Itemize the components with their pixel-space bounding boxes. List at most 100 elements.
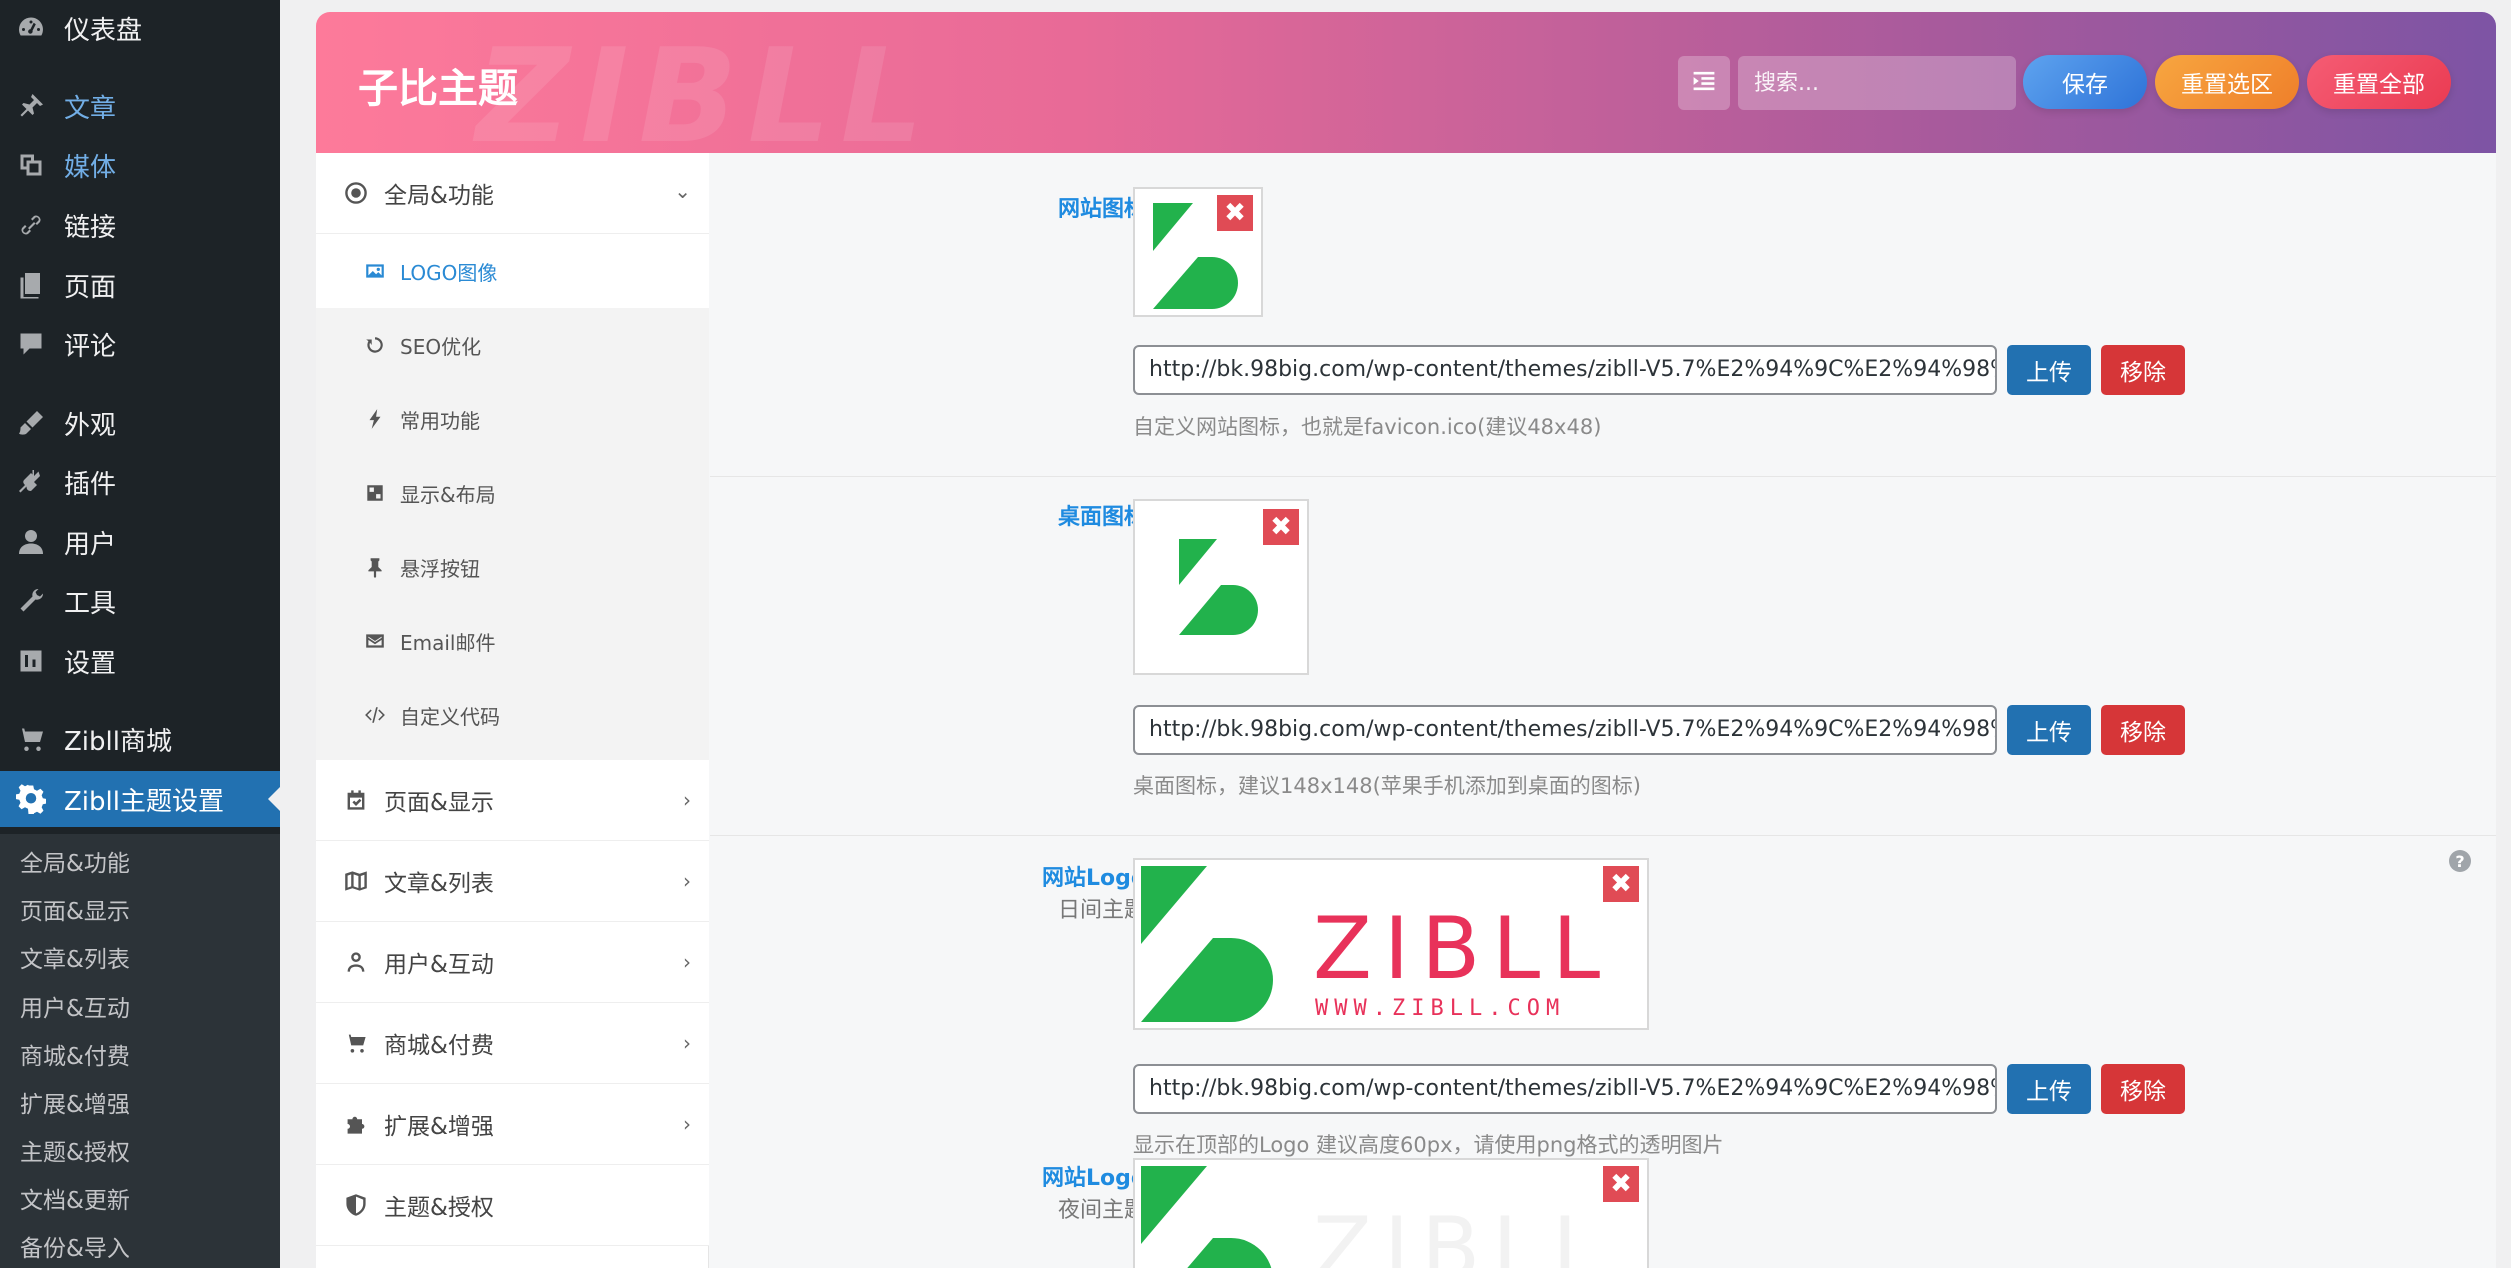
menu-pages[interactable]: 页面 [0, 257, 280, 313]
close-icon[interactable]: ✖ [1603, 1166, 1639, 1202]
menu-media[interactable]: 媒体 [0, 137, 280, 193]
close-icon[interactable]: ✖ [1263, 509, 1299, 545]
nav-sub-label: 自定义代码 [400, 704, 500, 729]
list-indent-icon [1691, 68, 1717, 98]
nav-sub-float[interactable]: 悬浮按钮 [316, 530, 709, 604]
envelope-icon [362, 628, 388, 654]
nav-item-extend[interactable]: 扩展&增强 › [316, 1084, 709, 1165]
nav-label: 商城&付费 [384, 1033, 494, 1059]
menu-tools[interactable]: 工具 [0, 573, 280, 629]
image-icon [362, 258, 388, 284]
submenu-item-backup[interactable]: 备份&导入 [20, 1229, 130, 1268]
desktop-icon-url-field[interactable]: http://bk.98big.com/wp-content/themes/zi… [1133, 705, 1997, 755]
close-icon[interactable]: ✖ [1217, 195, 1253, 231]
submenu-item-pages[interactable]: 页面&显示 [20, 892, 130, 932]
menu-plugins[interactable]: 插件 [0, 454, 280, 510]
nav-sub-display[interactable]: 显示&布局 [316, 456, 709, 530]
menu-zibll-theme-settings[interactable]: Zibll主题设置 [0, 771, 280, 827]
remove-button[interactable]: 移除 [2101, 705, 2185, 755]
close-icon[interactable]: ✖ [1603, 866, 1639, 902]
nav-submenu: LOGO图像 SEO优化 常用功能 显示&布局 悬浮按钮 Email邮件 自定义… [316, 234, 709, 760]
reset-section-button[interactable]: 重置选区 [2155, 55, 2299, 109]
field-logo-night: 网站Logo 夜间主题 ZIBLL ✖ [710, 1136, 2496, 1268]
shield-icon [342, 1191, 370, 1219]
submenu-item-posts[interactable]: 文章&列表 [20, 940, 130, 980]
submenu-item-docs[interactable]: 文档&更新 [20, 1181, 130, 1221]
chevron-right-icon: › [683, 788, 691, 812]
upload-button[interactable]: 上传 [2007, 705, 2091, 755]
nav-sub-common[interactable]: 常用功能 [316, 382, 709, 456]
pages-icon [14, 268, 48, 302]
nav-sub-label: SEO优化 [400, 334, 482, 359]
menu-label: 用户 [64, 529, 117, 560]
help-icon[interactable]: ? [2449, 850, 2471, 872]
upload-button[interactable]: 上传 [2007, 345, 2091, 395]
menu-dashboard[interactable]: 仪表盘 [0, 0, 280, 56]
nav-sub-label: 悬浮按钮 [400, 556, 480, 581]
puzzle-icon [342, 1110, 370, 1138]
submenu-item-global[interactable]: 全局&功能 [20, 844, 130, 884]
layout-icon [362, 480, 388, 506]
menu-label: 仪表盘 [64, 15, 143, 46]
menu-posts[interactable]: 文章 [0, 78, 280, 134]
nav-sub-custom-code[interactable]: 自定义代码 [316, 678, 709, 752]
submenu-item-shop[interactable]: 商城&付费 [20, 1037, 130, 1077]
submenu-item-users[interactable]: 用户&互动 [20, 989, 130, 1029]
menu-label: 插件 [64, 469, 117, 500]
cart-icon [14, 722, 48, 756]
remove-button[interactable]: 移除 [2101, 1064, 2185, 1114]
menu-links[interactable]: 链接 [0, 197, 280, 253]
search-input[interactable] [1738, 56, 2016, 110]
plugin-icon [14, 465, 48, 499]
field-logo-day: 网站Logo 日间主题 ZIBLL WWW.ZIBLL.COM ✖ http:/… [710, 836, 2496, 1157]
calendar-check-icon [342, 786, 370, 814]
menu-label: 链接 [64, 212, 117, 243]
nav-item-users[interactable]: 用户&互动 › [316, 922, 709, 1003]
expand-menu-button[interactable] [1678, 56, 1730, 110]
nav-item-global[interactable]: 全局&功能 ⌄ [316, 153, 709, 234]
save-button[interactable]: 保存 [2023, 55, 2147, 109]
menu-settings[interactable]: 设置 [0, 633, 280, 689]
nav-item-theme[interactable]: 主题&授权 [316, 1165, 709, 1246]
field-title: 网站Logo [1042, 866, 1146, 891]
nav-item-shop[interactable]: 商城&付费 › [316, 1003, 709, 1084]
user-outline-icon [342, 948, 370, 976]
nav-sub-label: 常用功能 [400, 408, 480, 433]
favicon-url-field[interactable]: http://bk.98big.com/wp-content/themes/zi… [1133, 345, 1997, 395]
menu-label: 页面 [64, 272, 117, 303]
settings-sliders-icon [14, 644, 48, 678]
upload-button[interactable]: 上传 [2007, 1064, 2091, 1114]
nav-label: 全局&功能 [384, 183, 494, 209]
nav-item-pages[interactable]: 页面&显示 › [316, 760, 709, 841]
options-nav: 全局&功能 ⌄ LOGO图像 SEO优化 常用功能 显示&布局 悬浮按钮 Ema… [316, 153, 709, 1268]
remove-button[interactable]: 移除 [2101, 345, 2185, 395]
logo-day-url-field[interactable]: http://bk.98big.com/wp-content/themes/zi… [1133, 1064, 1997, 1114]
logo-night-preview: ZIBLL ✖ [1133, 1158, 1649, 1268]
map-icon [342, 867, 370, 895]
submenu-item-extend[interactable]: 扩展&增强 [20, 1085, 130, 1125]
menu-label: 评论 [64, 331, 117, 362]
nav-sub-seo[interactable]: SEO优化 [316, 308, 709, 382]
menu-label: Zibll商城 [64, 726, 172, 757]
menu-appearance[interactable]: 外观 [0, 395, 280, 451]
nav-item-posts[interactable]: 文章&列表 › [316, 841, 709, 922]
bolt-icon [362, 406, 388, 432]
reset-all-button[interactable]: 重置全部 [2307, 55, 2451, 109]
chevron-right-icon: › [683, 869, 691, 893]
logo-wordmark: ZIBLL [1313, 899, 1612, 999]
nav-label: 扩展&增强 [384, 1114, 494, 1140]
menu-zibll-shop[interactable]: Zibll商城 [0, 711, 280, 767]
nav-label: 文章&列表 [384, 871, 494, 897]
refresh-icon [362, 332, 388, 358]
nav-label: 用户&互动 [384, 952, 494, 978]
nav-label: 主题&授权 [384, 1195, 494, 1221]
field-desktop-icon: 桌面图标 ✖ http://bk.98big.com/wp-content/th… [710, 477, 2496, 836]
menu-label: 媒体 [64, 152, 117, 183]
submenu-item-theme[interactable]: 主题&授权 [20, 1133, 130, 1173]
menu-comments[interactable]: 评论 [0, 316, 280, 372]
logo-url-text: WWW.ZIBLL.COM [1315, 996, 1565, 1021]
cart-icon [342, 1029, 370, 1057]
menu-users[interactable]: 用户 [0, 514, 280, 570]
nav-sub-email[interactable]: Email邮件 [316, 604, 709, 678]
nav-sub-logo[interactable]: LOGO图像 [316, 234, 709, 308]
